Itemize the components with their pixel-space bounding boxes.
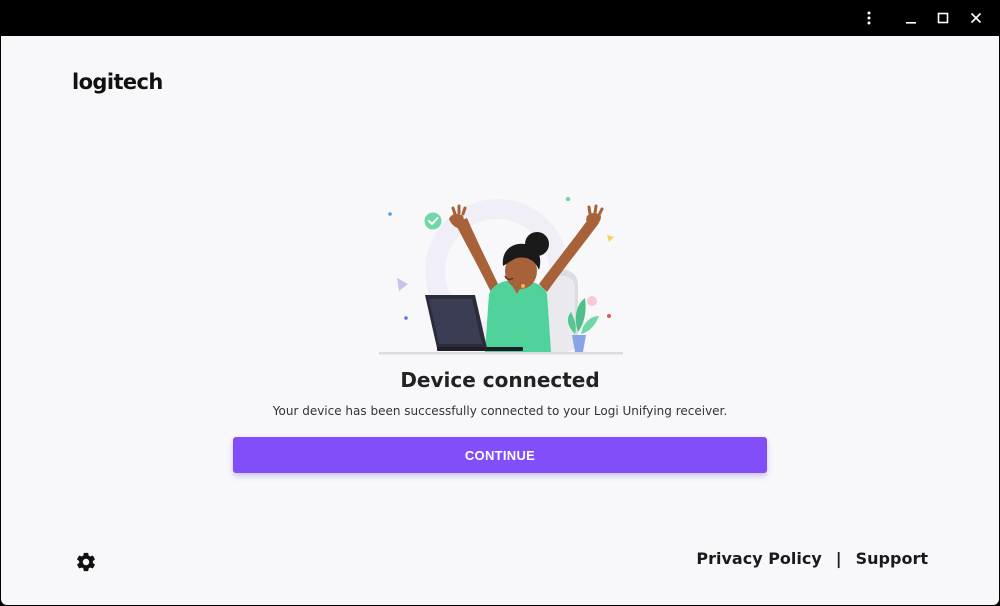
close-button[interactable] bbox=[959, 0, 993, 36]
title-bar bbox=[0, 0, 1000, 36]
footer-links: Privacy Policy | Support bbox=[696, 549, 928, 568]
logitech-logo: logitech bbox=[72, 70, 163, 94]
main-content: logitech Device connected Your device ha… bbox=[1, 36, 999, 605]
footer-separator: | bbox=[835, 549, 842, 568]
privacy-policy-link[interactable]: Privacy Policy bbox=[696, 549, 821, 568]
minimize-icon bbox=[906, 22, 916, 24]
settings-button[interactable] bbox=[75, 551, 97, 573]
close-icon bbox=[970, 12, 982, 24]
maximize-button[interactable] bbox=[926, 0, 960, 36]
more-vertical-icon bbox=[867, 11, 871, 25]
celebration-illustration bbox=[379, 196, 623, 355]
gear-icon bbox=[77, 552, 95, 572]
check-badge-icon bbox=[424, 212, 442, 230]
continue-button[interactable]: CONTINUE bbox=[233, 437, 767, 473]
page-title: Device connected bbox=[400, 368, 600, 392]
app-window: logitech Device connected Your device ha… bbox=[0, 0, 1000, 606]
minimize-button[interactable] bbox=[894, 0, 928, 36]
maximize-icon bbox=[937, 12, 949, 24]
more-options-button[interactable] bbox=[852, 0, 886, 36]
support-link[interactable]: Support bbox=[856, 549, 928, 568]
status-message: Your device has been successfully connec… bbox=[272, 404, 728, 418]
